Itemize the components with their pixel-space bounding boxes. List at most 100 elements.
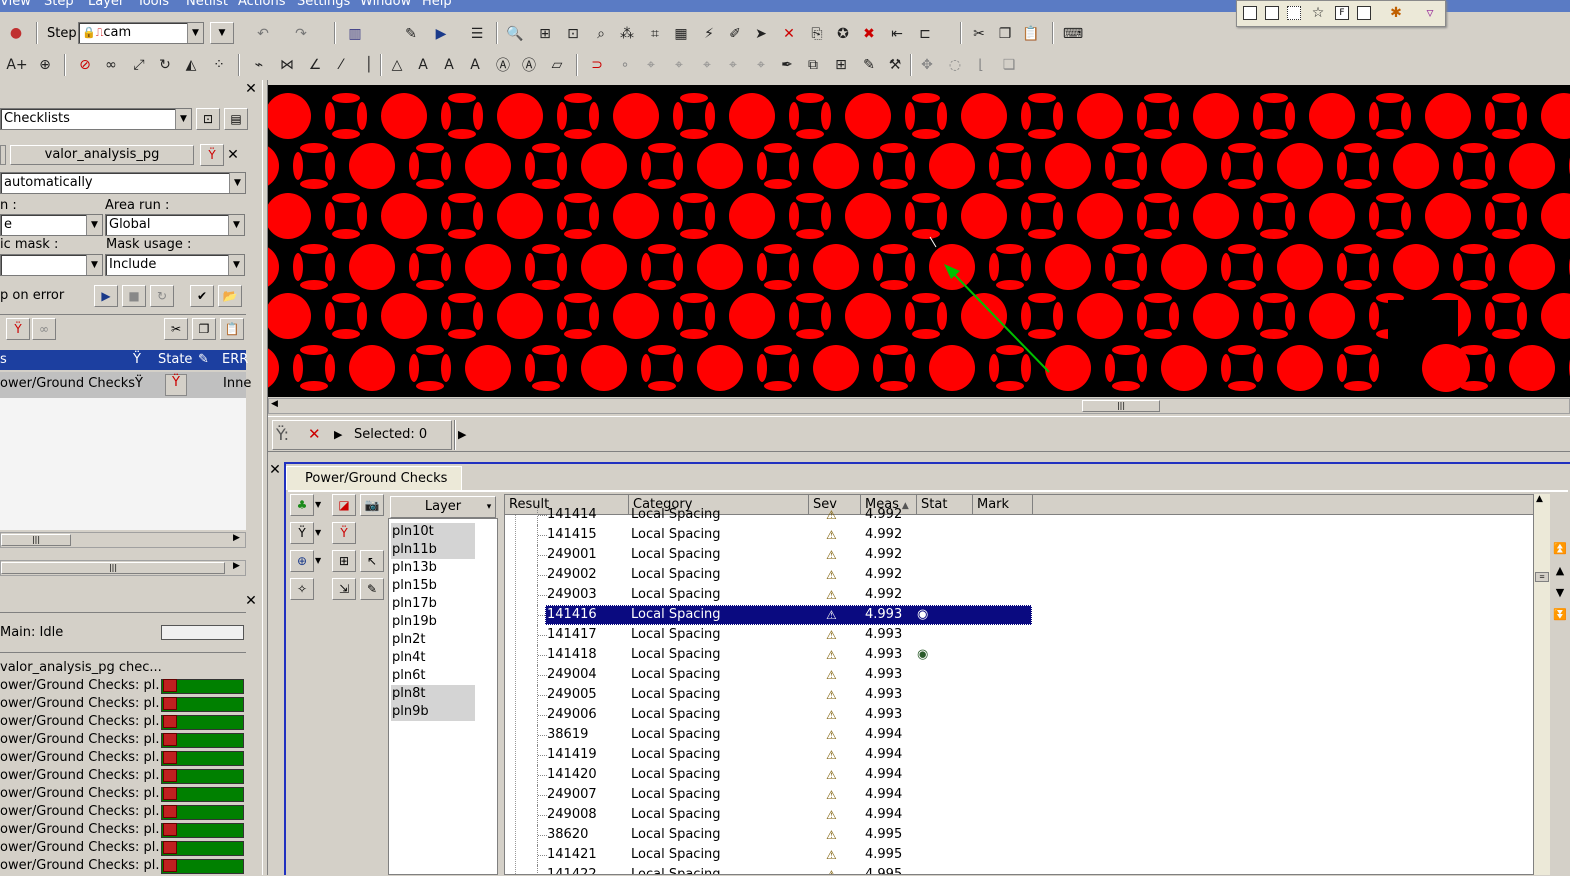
menu-item-8[interactable]: Help	[422, 0, 452, 9]
arrow-right-icon[interactable]: ▶	[458, 428, 466, 441]
mirror-icon[interactable]: ◭	[180, 54, 202, 76]
layer-item[interactable]: pln19b	[391, 613, 475, 631]
window-restore-icon[interactable]	[1265, 6, 1279, 20]
copy2-icon[interactable]: ❐	[994, 23, 1016, 45]
layer-item[interactable]: pln13b	[391, 559, 475, 577]
magnet-icon[interactable]: ⊃	[586, 54, 608, 76]
table-row[interactable]: 249004 Local Spacing ⚠ 4.993	[505, 665, 1533, 685]
layer-column-button[interactable]: Layer ▾	[390, 496, 496, 518]
highlight-icon[interactable]: ✪	[832, 23, 854, 45]
edit-icon[interactable]: ✎	[360, 578, 384, 600]
layer-item[interactable]: pln17b	[391, 595, 475, 613]
refresh-button[interactable]: ↻	[150, 285, 174, 307]
clear-selection-icon[interactable]: ✕	[308, 425, 321, 443]
shape-icon[interactable]: ◪	[332, 494, 356, 516]
mask-usage-select[interactable]: Include ▼	[105, 254, 245, 276]
dotted-frame-icon[interactable]	[1287, 6, 1301, 20]
route1-icon[interactable]: ⌖	[640, 54, 662, 76]
layer-grid-icon[interactable]: ⊞	[830, 54, 852, 76]
mask-select[interactable]: ▼	[0, 254, 103, 276]
text-a3-icon[interactable]: A	[464, 54, 486, 76]
grid-icon[interactable]	[1357, 6, 1371, 20]
results-vscroll[interactable]: ▲ =	[1534, 494, 1550, 875]
zoom-select-icon[interactable]: ⌕	[590, 23, 612, 45]
checklist-name-field[interactable]: valor_analysis_pg	[10, 145, 194, 165]
panel-hscroll[interactable]: ||| ▶	[0, 560, 246, 576]
filter-icon[interactable]: Ÿ	[133, 350, 141, 370]
copy-icon[interactable]: ⎘	[806, 23, 828, 45]
save-button[interactable]: ✔	[190, 285, 214, 307]
link-icon[interactable]: ∞	[100, 54, 122, 76]
state-icon[interactable]: Ÿ	[165, 374, 187, 396]
zoom-grid-icon[interactable]: ⊞	[332, 550, 356, 572]
paste-icon[interactable]: 📋	[1020, 23, 1042, 45]
layer-list[interactable]: pln10t pln11b pln13b pln15b pln17b pln19b pln2…	[388, 518, 498, 875]
run-button[interactable]: ▶	[94, 285, 118, 307]
edit-icon[interactable]: ✐	[724, 23, 746, 45]
table-row[interactable]: 141415 Local Spacing ⚠ 4.992	[505, 525, 1533, 545]
camera-icon[interactable]: 📷	[360, 494, 384, 516]
filter-icon[interactable]: Ÿ:	[276, 425, 289, 444]
array-icon[interactable]: ⁘	[208, 54, 230, 76]
close-status-icon[interactable]: ✕	[244, 594, 258, 608]
route2-icon[interactable]: ⌖	[668, 54, 690, 76]
redo-icon[interactable]: ↷	[290, 23, 312, 45]
table-row[interactable]: 249002 Local Spacing ⚠ 4.992	[505, 565, 1533, 585]
no-icon[interactable]: ⊘	[74, 54, 96, 76]
arrow-right-icon[interactable]: ▶	[233, 533, 240, 543]
table-row[interactable]: 141422 Local Spacing ⚠ 4.995	[505, 865, 1533, 874]
filter-red-icon[interactable]: Ÿ	[332, 522, 356, 544]
layer-copy-icon[interactable]: ⧉	[802, 54, 824, 76]
menu-item-1[interactable]: Step	[44, 0, 74, 9]
checks-hscroll[interactable]: ||| ▶	[0, 532, 246, 548]
add-pad-icon[interactable]: ⊕	[34, 54, 56, 76]
table-row[interactable]: 141420 Local Spacing ⚠ 4.994	[505, 765, 1533, 785]
measure-icon[interactable]: ⁂	[616, 23, 638, 45]
grip-icon[interactable]: ✥	[916, 54, 938, 76]
stack-icon[interactable]: ❏	[998, 54, 1020, 76]
corner-icon[interactable]: ⌊	[970, 54, 992, 76]
zoom-icon[interactable]: 🔍	[504, 23, 526, 45]
canvas-hscroll[interactable]: ◀ |||	[268, 398, 1570, 414]
run-select[interactable]: e ▼	[0, 214, 103, 236]
layer-item[interactable]: pln6t	[391, 667, 475, 685]
arrow-left-icon[interactable]: ◀	[271, 399, 278, 409]
cut-icon[interactable]: ✂	[968, 23, 990, 45]
stop-button[interactable]: ■	[122, 285, 146, 307]
snap-icon[interactable]: ⌗	[644, 23, 666, 45]
step-dropdown-button[interactable]: ▼	[210, 22, 234, 44]
tools-icon[interactable]: ⚒	[884, 54, 906, 76]
route-icon[interactable]: ⚡	[698, 23, 720, 45]
table-row[interactable]: 38619 Local Spacing ⚠ 4.994	[505, 725, 1533, 745]
align-icon[interactable]: ⋈	[276, 54, 298, 76]
triangle-icon[interactable]: △	[386, 54, 408, 76]
zoom-area-icon[interactable]: ⊞	[534, 23, 556, 45]
cut-icon[interactable]: ✂	[164, 318, 188, 340]
nodes-icon[interactable]: ∘	[614, 54, 636, 76]
layers-panel-icon[interactable]: ▥	[344, 23, 366, 45]
viewed-eye-icon[interactable]: ◉	[917, 605, 928, 625]
chevron-down-icon[interactable]: ▼	[315, 528, 321, 537]
table-row[interactable]: 249003 Local Spacing ⚠ 4.992	[505, 585, 1533, 605]
scroll-thumb[interactable]: |||	[1, 534, 71, 546]
layer-item[interactable]: pln4t	[391, 649, 475, 667]
table-row[interactable]: 249001 Local Spacing ⚠ 4.992	[505, 545, 1533, 565]
checklists-select[interactable]: Checklists ▼	[0, 108, 192, 130]
add-shape-icon[interactable]: ✧	[290, 578, 314, 600]
line-icon[interactable]: ⁄	[330, 54, 352, 76]
brush-icon[interactable]: ⌁	[248, 54, 270, 76]
menu-item-7[interactable]: Window	[360, 0, 411, 9]
scroll-thumb[interactable]: =	[1535, 572, 1549, 582]
run-mode-select[interactable]: automatically ▼	[0, 172, 246, 194]
zoom-fit-icon[interactable]: ⊡	[562, 23, 584, 45]
error-icon[interactable]: ✖	[858, 23, 880, 45]
table-row[interactable]: 141417 Local Spacing ⚠ 4.993	[505, 625, 1533, 645]
area-run-select[interactable]: Global ▼	[105, 214, 245, 236]
table-row[interactable]: 249007 Local Spacing ⚠ 4.994	[505, 785, 1533, 805]
scroll-bottom-icon[interactable]: ⏬	[1552, 608, 1568, 622]
pen-icon[interactable]: ✒	[776, 54, 798, 76]
page-up-icon[interactable]: ▲	[1552, 564, 1568, 578]
layer-item[interactable]: pln8t	[391, 685, 475, 703]
route4-icon[interactable]: ⌖	[722, 54, 744, 76]
target-icon[interactable]: ⊕	[290, 550, 314, 572]
